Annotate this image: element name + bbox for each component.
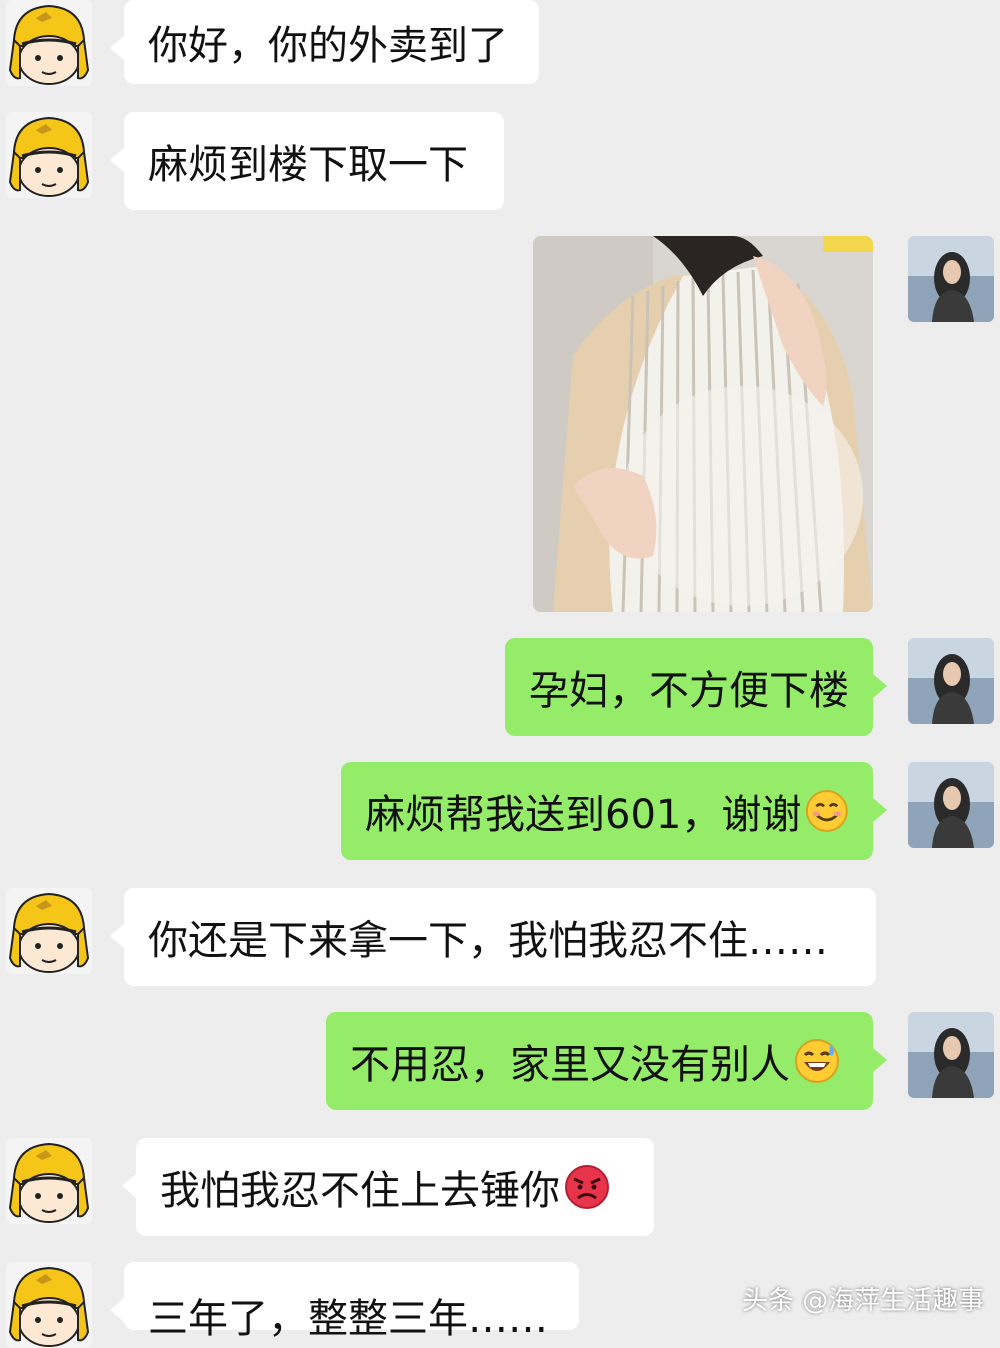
outgoing-message-bubble[interactable]: 麻烦帮我送到601，谢谢	[341, 762, 887, 860]
watermark: 头条 @海萍生活趣事	[742, 1286, 985, 1316]
user-avatar-image	[908, 762, 994, 848]
incoming-message-bubble[interactable]: 三年了，整整三年……	[110, 1262, 579, 1342]
courier-avatar-image	[6, 1138, 92, 1224]
incoming-message-bubble[interactable]: 我怕我忍不住上去锤你	[122, 1138, 654, 1236]
message-text: 麻烦帮我送到601，谢谢	[365, 792, 802, 838]
user-avatar[interactable]	[908, 1012, 994, 1098]
courier-avatar-image	[6, 1262, 92, 1348]
courier-avatar[interactable]	[6, 1262, 92, 1348]
incoming-message-bubble[interactable]: 麻烦到楼下取一下	[110, 112, 504, 210]
pregnant-woman-photo	[533, 236, 873, 612]
outgoing-message-bubble[interactable]: 不用忍，家里又没有别人	[326, 1012, 887, 1110]
courier-avatar[interactable]	[6, 0, 92, 86]
courier-avatar-image	[6, 888, 92, 974]
user-avatar[interactable]	[908, 762, 994, 848]
sent-image-message[interactable]	[533, 236, 873, 612]
courier-avatar[interactable]	[6, 888, 92, 974]
outgoing-message-bubble[interactable]: 孕妇，不方便下楼	[505, 638, 887, 736]
angry-emoji-icon	[565, 1165, 609, 1209]
smile-emoji-icon	[806, 790, 849, 832]
user-avatar[interactable]	[908, 638, 994, 724]
user-avatar-image	[908, 638, 994, 724]
user-avatar-image	[908, 1012, 994, 1098]
sweat-smile-emoji-icon	[795, 1039, 839, 1083]
incoming-message-bubble[interactable]: 你好，你的外卖到了	[110, 0, 539, 84]
user-avatar-image	[908, 236, 994, 322]
message-text: 不用忍，家里又没有别人	[350, 1042, 790, 1088]
courier-avatar[interactable]	[6, 112, 92, 198]
message-text: 三年了，整整三年……	[148, 1296, 548, 1342]
user-avatar[interactable]	[908, 236, 994, 322]
message-text: 麻烦到楼下取一下	[148, 142, 468, 188]
courier-avatar-image	[6, 112, 92, 198]
courier-avatar-image	[6, 0, 92, 86]
message-text: 你还是下来拿一下，我怕我忍不住……	[148, 918, 828, 964]
message-text: 我怕我忍不住上去锤你	[160, 1168, 560, 1214]
message-text: 孕妇，不方便下楼	[529, 668, 849, 714]
incoming-message-bubble[interactable]: 你还是下来拿一下，我怕我忍不住……	[110, 888, 876, 986]
message-text: 你好，你的外卖到了	[148, 23, 508, 69]
courier-avatar[interactable]	[6, 1138, 92, 1224]
